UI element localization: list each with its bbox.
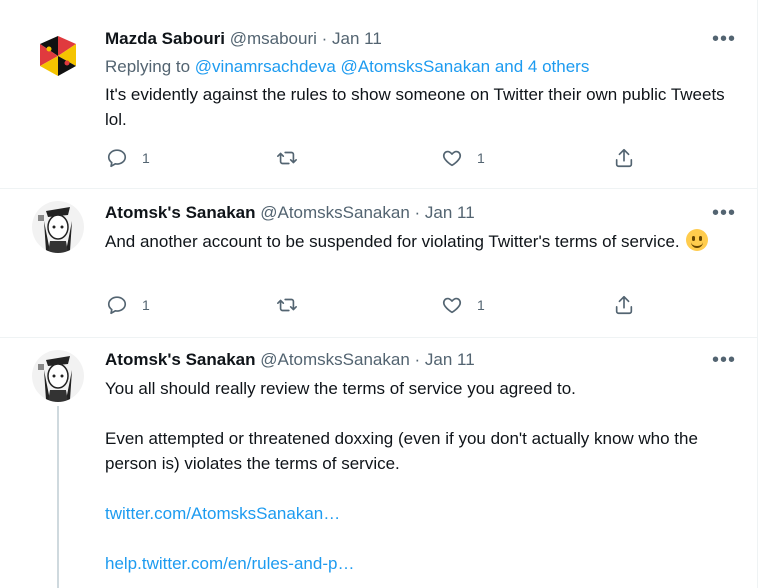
like-count: 1	[477, 150, 485, 166]
tweet-text-paragraph-2: Even attempted or threatened doxxing (ev…	[105, 429, 698, 473]
manga-character-avatar-icon	[32, 350, 84, 402]
thread-connector	[57, 406, 59, 588]
avatar[interactable]	[32, 350, 84, 402]
tweet-text-content: And another account to be suspended for …	[105, 232, 680, 251]
avatar[interactable]	[32, 30, 84, 82]
handle[interactable]: @AtomsksSanakan	[260, 350, 410, 369]
display-name[interactable]: Atomsk's Sanakan	[105, 350, 256, 369]
reply-icon	[107, 149, 127, 168]
more-options-icon[interactable]: •••	[712, 29, 736, 49]
display-name[interactable]: Atomsk's Sanakan	[105, 203, 256, 222]
tweet-mazda-sabouri[interactable]: Mazda Sabouri @msabouri · Jan 11 ••• Rep…	[0, 0, 757, 188]
tweet-actions: 1 1	[0, 147, 757, 169]
share-button[interactable]	[613, 294, 635, 316]
share-button[interactable]	[613, 147, 635, 169]
tweet-header: Mazda Sabouri @msabouri · Jan 11	[105, 29, 382, 49]
tweet-actions: 1 1	[0, 294, 757, 316]
replying-to-users-link[interactable]: @vinamrsachdeva @AtomsksSanakan and 4 ot…	[195, 57, 590, 76]
share-icon	[615, 295, 633, 315]
maryland-flag-icon	[32, 30, 84, 82]
slightly-smiling-face-icon	[686, 229, 709, 251]
reply-count: 1	[142, 297, 150, 313]
tweet-text: It's evidently against the rules to show…	[105, 82, 745, 132]
more-options-icon[interactable]: •••	[712, 203, 736, 223]
share-icon	[615, 148, 633, 168]
retweet-button[interactable]	[276, 147, 298, 169]
manga-character-avatar-icon	[32, 201, 84, 253]
tweet-header: Atomsk's Sanakan @AtomsksSanakan · Jan 1…	[105, 350, 475, 370]
heart-icon	[442, 150, 462, 167]
avatar[interactable]	[32, 201, 84, 253]
display-name[interactable]: Mazda Sabouri	[105, 29, 225, 48]
reply-button[interactable]: 1	[106, 147, 150, 169]
tweet-link-2[interactable]: help.twitter.com/en/rules-and-p…	[105, 554, 354, 573]
like-button[interactable]: 1	[441, 147, 485, 169]
timestamp[interactable]: · Jan 11	[322, 29, 382, 48]
column-border	[757, 0, 758, 588]
replying-to: Replying to @vinamrsachdeva @AtomsksSana…	[105, 56, 589, 78]
tweet-text-paragraph-1: You all should really review the terms o…	[105, 379, 576, 398]
timestamp[interactable]: · Jan 11	[415, 350, 475, 369]
more-options-icon[interactable]: •••	[712, 350, 736, 370]
retweet-button[interactable]	[276, 294, 298, 316]
tweet-text-content: It's evidently against the rules to show…	[105, 85, 725, 129]
reply-button[interactable]: 1	[106, 294, 150, 316]
reply-count: 1	[142, 150, 150, 166]
tweet-text: You all should really review the terms o…	[105, 376, 745, 576]
like-count: 1	[477, 297, 485, 313]
replying-to-prefix: Replying to	[105, 57, 191, 76]
heart-icon	[442, 297, 462, 314]
handle[interactable]: @AtomsksSanakan	[260, 203, 410, 222]
tweet-link-1[interactable]: twitter.com/AtomsksSanakan…	[105, 504, 340, 523]
tweet-header: Atomsk's Sanakan @AtomsksSanakan · Jan 1…	[105, 203, 475, 223]
handle[interactable]: @msabouri	[230, 29, 317, 48]
reply-icon	[107, 296, 127, 315]
timestamp[interactable]: · Jan 11	[415, 203, 475, 222]
tweet-atomsks-sanakan-1[interactable]: Atomsk's Sanakan @AtomsksSanakan · Jan 1…	[0, 189, 757, 337]
retweet-icon	[277, 151, 297, 165]
tweet-text: And another account to be suspended for …	[105, 229, 745, 254]
like-button[interactable]: 1	[441, 294, 485, 316]
tweet-atomsks-sanakan-2[interactable]: Atomsk's Sanakan @AtomsksSanakan · Jan 1…	[0, 338, 757, 588]
retweet-icon	[277, 298, 297, 312]
